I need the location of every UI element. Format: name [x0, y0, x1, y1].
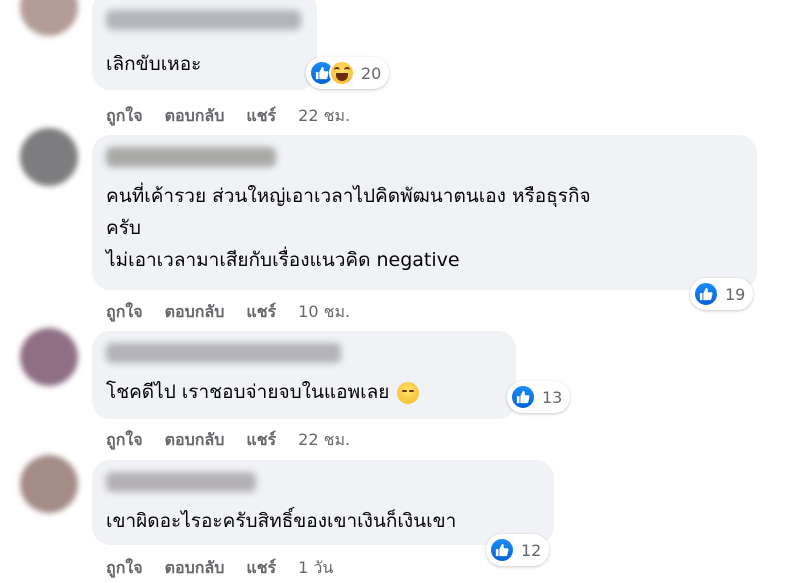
share-link[interactable]: แชร์	[246, 104, 276, 129]
reply-link[interactable]: ตอบกลับ	[165, 300, 225, 325]
comment-text: ไม่เอาเวลามาเสียกับเรื่องแนวคิด negative	[106, 249, 460, 271]
timestamp[interactable]: 10 ชม.	[298, 300, 350, 325]
comment-text: โชคดีไป เราชอบจ่ายจบในแอพเลย	[106, 376, 420, 408]
commenter-name[interactable]	[106, 10, 301, 30]
comment-actions: ถูกใจ ตอบกลับ แชร์ 1 วัน	[106, 556, 355, 581]
comment-text: คนที่เค้ารวย ส่วนใหญ่เอาเวลาไปคิดพัฒนาตน…	[106, 185, 591, 207]
like-link[interactable]: ถูกใจ	[106, 300, 143, 325]
comment-text-content: โชคดีไป เราชอบจ่ายจบในแอพเลย	[106, 381, 390, 403]
share-link[interactable]: แชร์	[246, 428, 276, 453]
relieved-emoji-icon	[397, 381, 420, 404]
reaction-summary[interactable]: 13	[507, 381, 571, 413]
like-icon	[489, 537, 515, 563]
comment-actions: ถูกใจ ตอบกลับ แชร์ 10 ชม.	[106, 300, 372, 325]
reaction-count: 13	[542, 387, 563, 407]
reaction-count: 12	[521, 540, 542, 560]
like-icon	[693, 281, 719, 307]
avatar[interactable]	[20, 128, 78, 186]
reaction-count: 20	[361, 63, 382, 83]
comment-bubble: เขาผิดอะไรอะครับสิทธิ์ของเขาเงินก็เงินเข…	[92, 460, 554, 545]
timestamp[interactable]: 1 วัน	[298, 556, 333, 581]
comment-text: เลิกขับเหอะ	[106, 53, 202, 75]
commenter-name[interactable]	[106, 343, 341, 363]
reply-link[interactable]: ตอบกลับ	[165, 104, 225, 129]
comment-actions: ถูกใจ ตอบกลับ แชร์ 22 ชม.	[106, 428, 372, 453]
timestamp[interactable]: 22 ชม.	[298, 104, 350, 129]
comment-actions: ถูกใจ ตอบกลับ แชร์ 22 ชม.	[106, 104, 372, 129]
comment-bubble: คนที่เค้ารวย ส่วนใหญ่เอาเวลาไปคิดพัฒนาตน…	[92, 135, 757, 290]
avatar[interactable]	[20, 0, 78, 36]
reaction-summary[interactable]: 12	[486, 534, 550, 566]
share-link[interactable]: แชร์	[246, 300, 276, 325]
comment-bubble: โชคดีไป เราชอบจ่ายจบในแอพเลย	[92, 331, 516, 419]
reaction-summary[interactable]: 19	[690, 278, 754, 310]
comment-bubble: เลิกขับเหอะ	[92, 0, 317, 90]
commenter-name[interactable]	[106, 147, 276, 167]
comment-text: เขาผิดอะไรอะครับสิทธิ์ของเขาเงินก็เงินเข…	[106, 510, 457, 532]
comment-text: ครับ	[106, 217, 141, 239]
reply-link[interactable]: ตอบกลับ	[165, 556, 225, 581]
haha-icon	[329, 60, 355, 86]
like-link[interactable]: ถูกใจ	[106, 556, 143, 581]
like-link[interactable]: ถูกใจ	[106, 428, 143, 453]
share-link[interactable]: แชร์	[246, 556, 276, 581]
like-icon	[510, 384, 536, 410]
reaction-summary[interactable]: 20	[306, 57, 390, 89]
commenter-name[interactable]	[106, 472, 256, 492]
avatar[interactable]	[20, 455, 78, 513]
reaction-count: 19	[725, 284, 746, 304]
reply-link[interactable]: ตอบกลับ	[165, 428, 225, 453]
avatar[interactable]	[20, 328, 78, 386]
timestamp[interactable]: 22 ชม.	[298, 428, 350, 453]
like-link[interactable]: ถูกใจ	[106, 104, 143, 129]
